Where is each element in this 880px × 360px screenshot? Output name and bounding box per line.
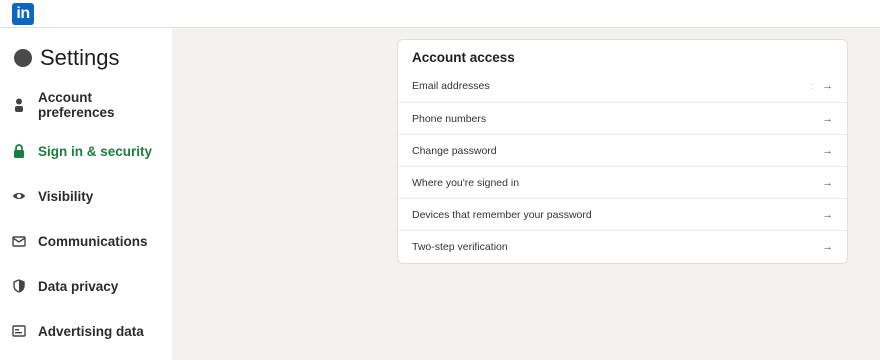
arrow-right-icon: → (822, 241, 833, 253)
row-label: Change password (412, 145, 497, 157)
row-change-password[interactable]: Change password → (398, 134, 847, 167)
row-devices-remember-password[interactable]: Devices that remember your password → (398, 198, 847, 231)
shield-icon (12, 279, 26, 293)
sidebar-item-label: Sign in & security (38, 143, 153, 159)
sidebar-item-account-preferences[interactable]: Account preferences (12, 90, 172, 120)
arrow-right-icon: → (822, 209, 833, 221)
arrow-right-icon: → (822, 80, 833, 92)
page-title: Settings (40, 45, 120, 70)
arrow-right-icon: → (822, 145, 833, 157)
arrow-right-icon: → (822, 113, 833, 125)
sidebar-item-label: Account preferences (37, 90, 115, 120)
sidebar-item-label: Communications (38, 233, 148, 249)
row-label: Where you're signed in (412, 177, 520, 189)
row-label: Two-step verification (412, 241, 508, 253)
row-two-step-verification[interactable]: Two-step verification → (398, 230, 847, 263)
account-access-card: Account access Email addresses : → Phone… (397, 39, 848, 264)
row-where-signed-in[interactable]: Where you're signed in → (398, 166, 847, 199)
sidebar-item-label: Data privacy (38, 278, 119, 294)
row-label: Phone numbers (412, 113, 487, 125)
lock-icon (12, 144, 26, 158)
eye-icon (12, 189, 26, 203)
row-phone-numbers[interactable]: Phone numbers → (398, 102, 847, 135)
sidebar-item-sign-in-security[interactable]: Sign in & security (12, 140, 152, 162)
sidebar-item-label: Visibility (38, 188, 94, 204)
sidebar-item-advertising-data[interactable]: Advertising data (12, 320, 144, 342)
sidebar-item-label: Advertising data (38, 323, 144, 339)
ad-card-icon (12, 324, 26, 338)
sidebar-item-communications[interactable]: Communications (12, 230, 148, 252)
sidebar-item-visibility[interactable]: Visibility (12, 185, 93, 207)
row-label: Email addresses (412, 80, 490, 92)
section-title: Account access (412, 50, 515, 65)
linkedin-logo-icon[interactable]: in (12, 3, 34, 25)
envelope-icon (12, 234, 26, 248)
settings-header: Settings (14, 43, 120, 73)
row-email-addresses[interactable]: Email addresses : → (398, 70, 847, 102)
arrow-right-icon: → (822, 177, 833, 189)
row-extra-marker: : (810, 81, 813, 91)
top-bar: in (0, 0, 880, 28)
sidebar-item-data-privacy[interactable]: Data privacy (12, 275, 118, 297)
person-icon (12, 98, 26, 112)
settings-sidebar: Settings Account preferences Sign in & s… (0, 28, 172, 360)
row-label: Devices that remember your password (412, 209, 592, 221)
avatar[interactable] (14, 49, 32, 67)
